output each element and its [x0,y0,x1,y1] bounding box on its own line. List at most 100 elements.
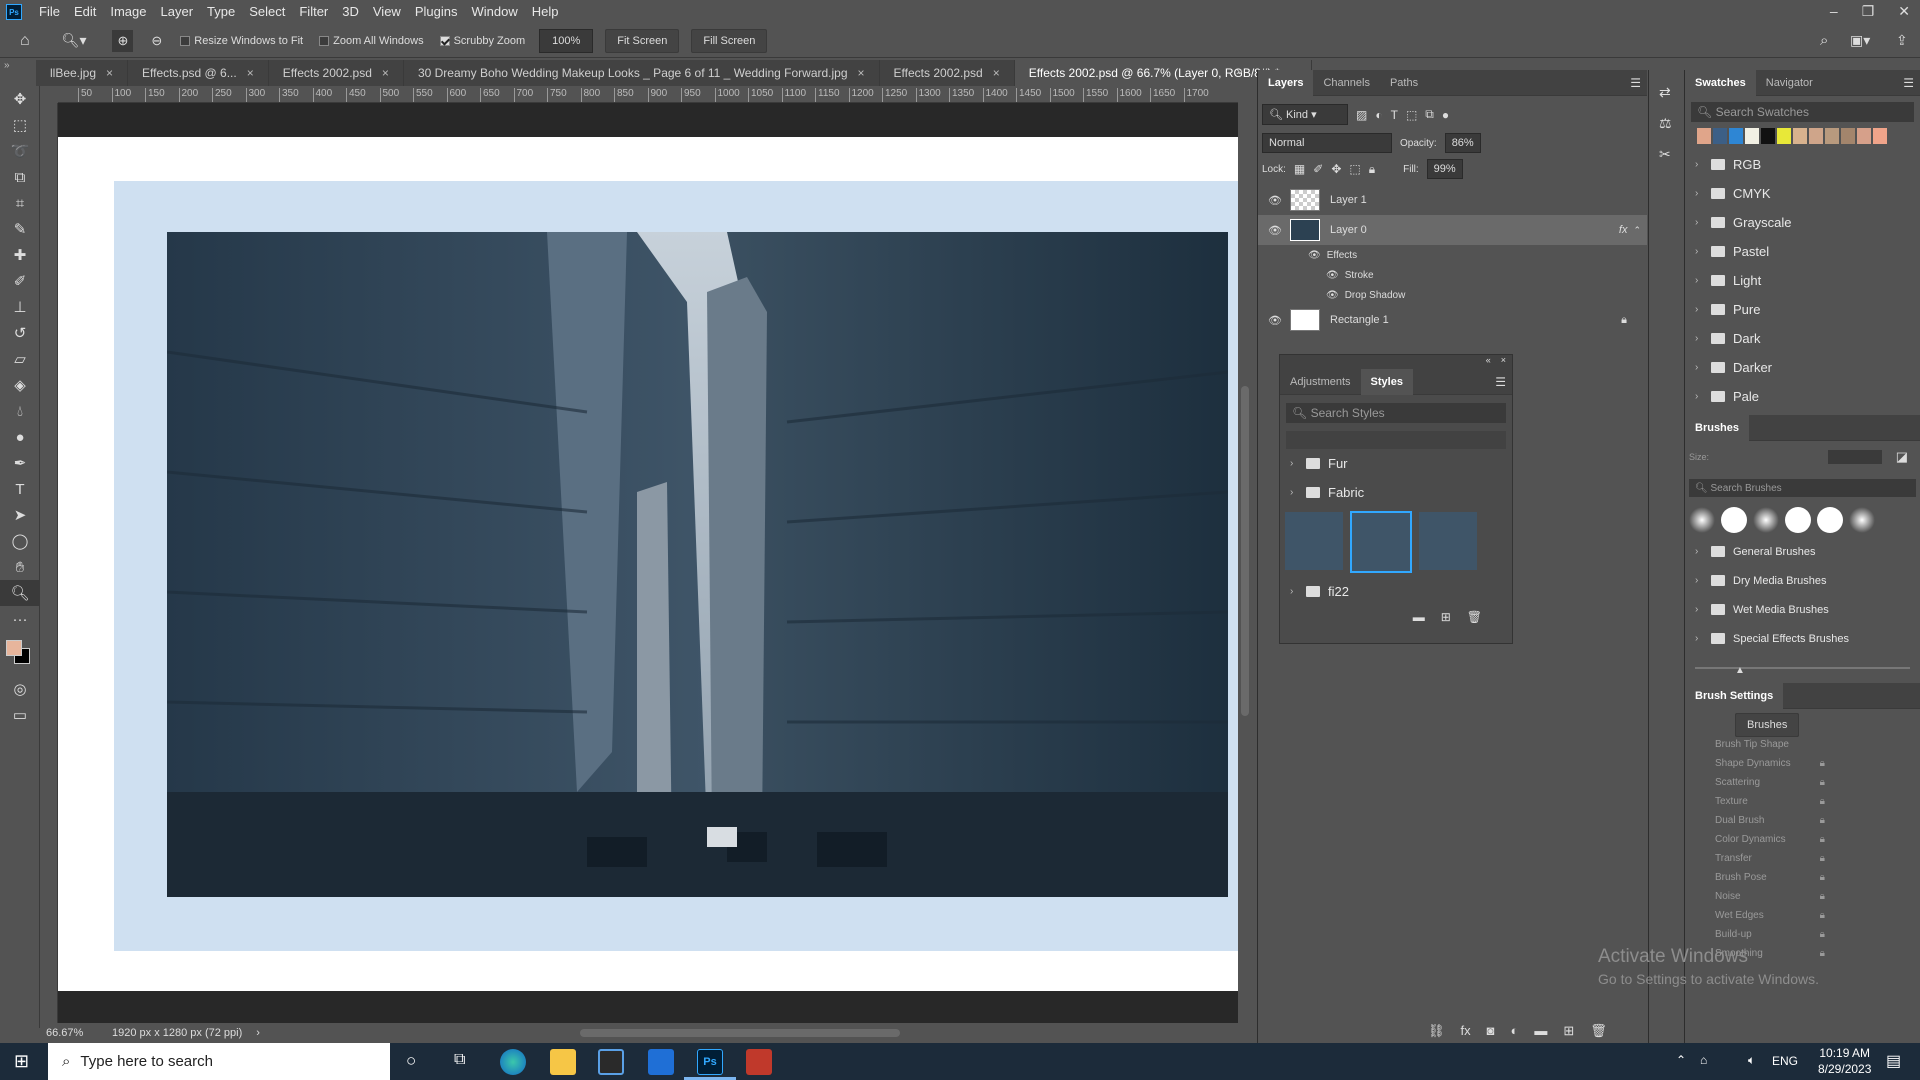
file-explorer-icon[interactable] [550,1049,576,1075]
ellipse-tool-icon[interactable]: ◯ [0,528,40,554]
brush-setting-item[interactable]: Scattering 🔒︎ [1715,773,1825,792]
city-street-photo[interactable] [167,232,1228,897]
panel-menu-icon[interactable]: ☰ [1495,375,1506,389]
layer-row-layer-1[interactable]: 👁︎ Layer 1 [1258,185,1647,215]
brush-setting-item[interactable]: Dual Brush 🔒︎ [1715,811,1825,830]
swatch-folder-dark[interactable]: › Dark [1685,324,1920,353]
workspace-icon[interactable]: ▣▾ [1850,32,1870,49]
clone-stamp-tool-icon[interactable]: ⊥ [0,294,40,320]
path-select-tool-icon[interactable]: ➤ [0,502,40,528]
speaker-icon[interactable]: 🔈︎ [1748,1053,1755,1068]
lock-icon[interactable]: 🔒︎ [1820,929,1825,940]
filter-type-icon[interactable]: T [1391,108,1398,122]
task-view-icon[interactable]: ⧉ [454,1051,465,1069]
brush-setting-item[interactable]: Wet Edges 🔒︎ [1715,906,1825,925]
lock-icon[interactable]: 🔒︎ [1820,872,1825,883]
tab-styles[interactable]: Styles [1360,368,1413,395]
healing-brush-tool-icon[interactable]: ✚ [0,242,40,268]
color-swatch[interactable] [1873,128,1887,144]
brush-setting-item[interactable]: Shape Dynamics 🔒︎ [1715,754,1825,773]
tab-navigator[interactable]: Navigator [1756,70,1823,96]
tab-document[interactable]: 30 Dreamy Boho Wedding Makeup Looks _ Pa… [404,60,880,86]
chevron-right-icon[interactable]: › [1695,159,1703,170]
filter-toggle-icon[interactable]: ● [1442,108,1449,122]
cortana-icon[interactable]: ○ [406,1051,416,1071]
menu-window[interactable]: Window [464,0,524,24]
chevron-right-icon[interactable]: › [1695,188,1703,199]
menu-filter[interactable]: Filter [292,0,335,24]
brush-setting-item[interactable]: Build-up 🔒︎ [1715,925,1825,944]
visibility-eye-icon[interactable]: 👁︎ [1326,270,1339,281]
clock[interactable]: 10:19 AM 8/29/2023 [1818,1045,1871,1077]
new-brush-icon[interactable]: ◪ [1896,449,1908,465]
fit-screen-button[interactable]: Fit Screen [605,28,680,53]
chevron-right-icon[interactable]: › [1695,575,1703,586]
menu-3d[interactable]: 3D [335,0,366,24]
lasso-tool-icon[interactable]: ➰ [0,138,40,164]
collapse-panel-icon[interactable]: « [1486,355,1491,369]
restore-button[interactable]: ❐ [1862,0,1875,22]
tab-adjustments[interactable]: Adjustments [1280,369,1361,395]
color-swatch[interactable] [1825,128,1839,144]
lock-icon[interactable]: 🔒︎ [1820,853,1825,864]
search-icon[interactable]: ⌕ [1820,32,1828,49]
style-thumb[interactable] [1284,511,1344,571]
chevron-right-icon[interactable]: › [1695,604,1703,615]
delete-style-icon[interactable]: 🗑︎ [1467,610,1482,624]
styles-folder-fabric[interactable]: › Fabric [1280,478,1512,507]
search-brushes-input[interactable]: 🔍︎ Search Brushes [1689,479,1916,497]
edge-icon[interactable] [500,1049,526,1075]
chevron-right-icon[interactable]: › [1695,333,1703,344]
delete-layer-icon[interactable]: 🗑︎ [1590,1023,1607,1039]
brush-folder[interactable]: › Dry Media Brushes [1685,566,1920,595]
tab-swatches[interactable]: Swatches [1685,69,1756,96]
paint-bucket-tool-icon[interactable]: ◈ [0,372,40,398]
tray-chevron-icon[interactable]: ⌃ [1676,1053,1686,1067]
search-styles-input[interactable]: 🔍︎ Search Styles [1286,403,1506,423]
color-swatch[interactable] [1713,128,1727,144]
lock-icon[interactable]: 🔒︎ [1820,910,1825,921]
type-tool-icon[interactable]: T [0,476,40,502]
canvas-area[interactable] [58,103,1238,1023]
visibility-eye-icon[interactable]: 👁︎ [1268,224,1282,237]
menu-view[interactable]: View [366,0,408,24]
hard-brush-preset[interactable] [1817,507,1843,533]
effect-stroke-row[interactable]: 👁︎ Stroke [1258,265,1647,285]
layer-name[interactable]: Rectangle 1 [1330,314,1389,326]
fill-screen-button[interactable]: Fill Screen [691,28,768,53]
marquee-tool-icon[interactable]: ⬚ [0,112,40,138]
zoom-out-icon[interactable]: ⊖ [151,33,162,49]
menu-help[interactable]: Help [525,0,566,24]
add-mask-icon[interactable]: ◙ [1487,1023,1495,1039]
collapse-effects-icon[interactable]: ⌃ [1633,225,1641,236]
lock-all-icon[interactable]: 🔒︎ [1369,162,1375,177]
opacity-field[interactable]: 86% [1444,133,1481,153]
tab-channels[interactable]: Channels [1313,70,1379,96]
new-group-icon[interactable]: ▬ [1413,610,1425,624]
brush-tool-icon[interactable]: ✐ [0,268,40,294]
brush-setting-item[interactable]: Brush Tip Shape [1715,735,1825,754]
close-tab-icon[interactable]: × [106,66,113,80]
brush-setting-item[interactable]: Texture 🔒︎ [1715,792,1825,811]
eraser-tool-icon[interactable]: ▱ [0,346,40,372]
filter-shape-icon[interactable]: ⬚ [1406,108,1417,122]
brush-setting-item[interactable]: Brush Pose 🔒︎ [1715,868,1825,887]
menu-layer[interactable]: Layer [154,0,201,24]
color-swatches[interactable] [0,632,39,676]
notifications-icon[interactable]: ▤ [1886,1051,1901,1071]
close-tab-icon[interactable]: × [247,66,254,80]
color-swatch[interactable] [1697,128,1711,144]
swatch-folder-light[interactable]: › Light [1685,266,1920,295]
lock-icon[interactable]: 🔒︎ [1820,796,1825,807]
color-swatch[interactable] [1745,128,1759,144]
history-icon[interactable]: ⇄ [1659,84,1684,101]
zoom-all-windows-checkbox[interactable]: Zoom All Windows [319,35,424,47]
close-tab-icon[interactable]: × [858,66,865,80]
style-thumb[interactable] [1418,511,1478,571]
zoom-level-readout[interactable]: 66.67% [46,1027,104,1039]
lock-artboard-icon[interactable]: ⬚ [1349,162,1360,176]
more-tools-icon[interactable]: ··· [0,606,40,632]
tabs-overflow-icon[interactable]: » [1236,64,1243,78]
effects-row[interactable]: 👁︎ Effects [1258,245,1647,265]
hard-brush-preset[interactable] [1721,507,1747,533]
